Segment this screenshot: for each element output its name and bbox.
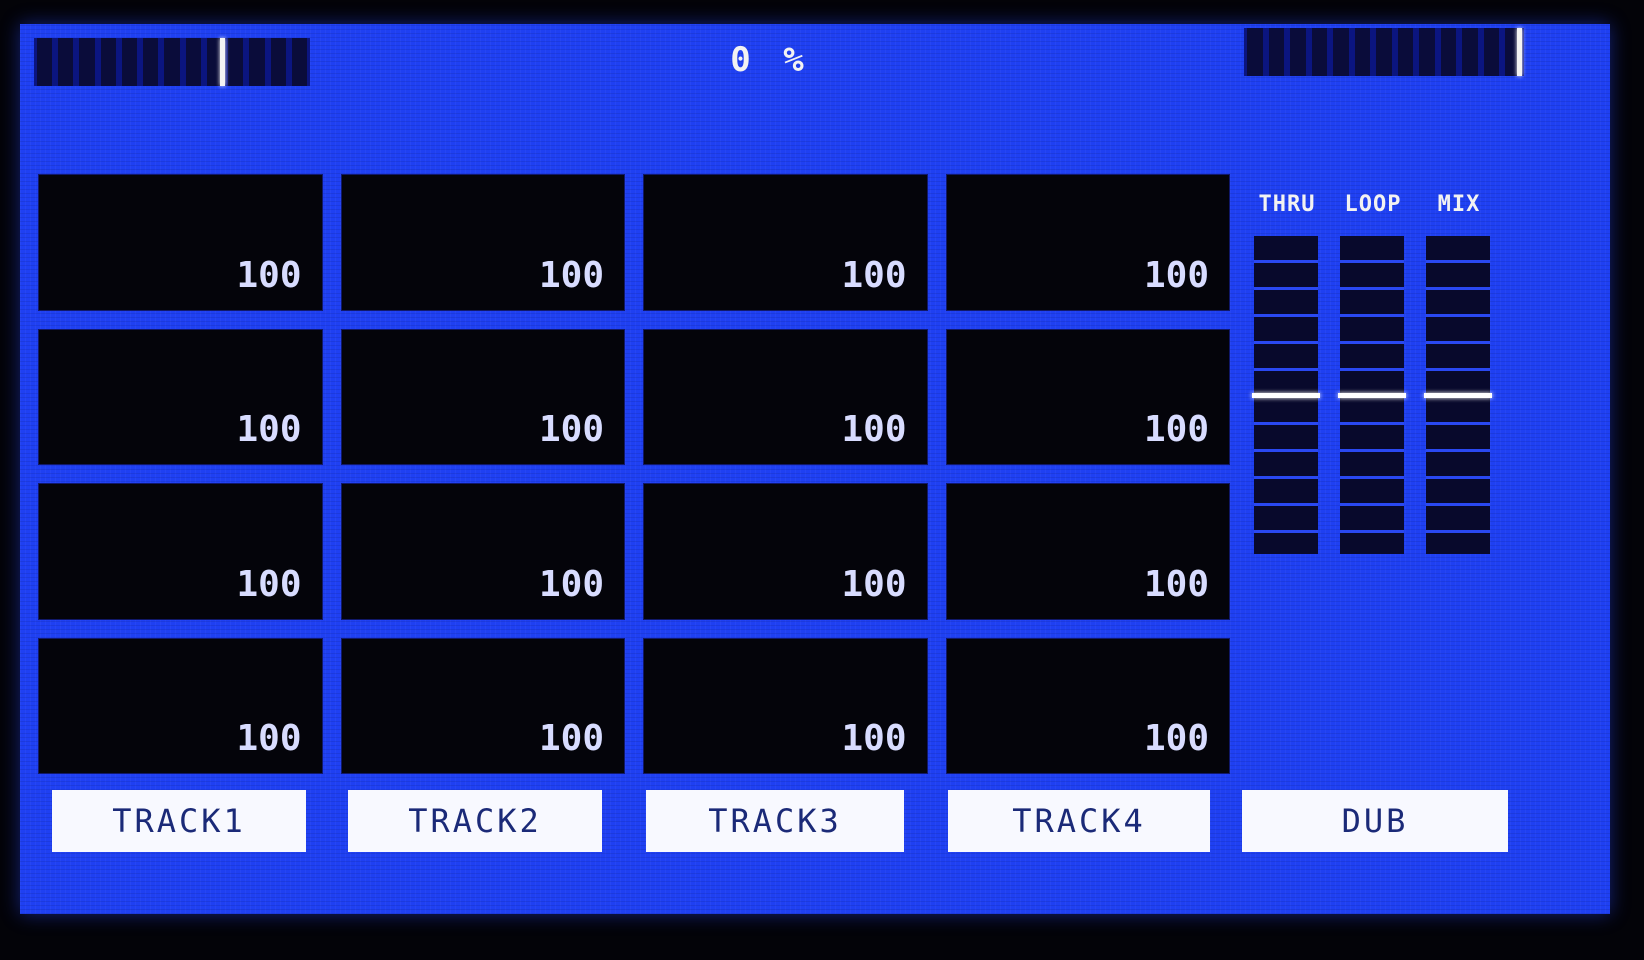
pad-r2-c3[interactable]: 100	[643, 328, 928, 465]
track2-button[interactable]: TRACK2	[348, 790, 602, 852]
meter-segment	[1311, 28, 1328, 76]
fader-mix-track[interactable]	[1424, 236, 1492, 554]
right-meter-cursor	[1517, 28, 1522, 76]
meter-segment	[270, 38, 286, 86]
fader-loop-track[interactable]	[1338, 236, 1406, 554]
pad-r3-c4[interactable]: 100	[945, 483, 1230, 620]
fader-loop-handle[interactable]	[1338, 392, 1406, 398]
pad-r2-c1[interactable]: 100	[38, 328, 323, 465]
meter-segment	[291, 38, 308, 86]
pad-r4-c3[interactable]: 100	[643, 637, 928, 774]
meter-segment	[185, 38, 201, 86]
progress-percent: 0 %	[730, 40, 810, 80]
pad-r1-c1[interactable]: 100	[38, 174, 323, 311]
fader-mix-handle[interactable]	[1424, 392, 1492, 398]
pad-volume: 100	[236, 409, 302, 450]
track3-button[interactable]: TRACK3	[646, 790, 904, 852]
pad-volume: 100	[538, 409, 604, 450]
meter-segment	[37, 38, 53, 86]
meter-segment	[1333, 28, 1349, 76]
fader-thru: THRU	[1252, 192, 1320, 554]
pad-volume: 100	[1143, 409, 1209, 450]
meter-segment	[1397, 28, 1414, 76]
meter-segment	[79, 38, 95, 86]
fader-mix-label: MIX	[1437, 192, 1481, 217]
pad-r2-c4[interactable]: 100	[945, 328, 1230, 465]
meter-segment	[164, 38, 180, 86]
pad-r1-c4[interactable]: 100	[945, 174, 1230, 311]
meter-segment	[1354, 28, 1371, 76]
track4-button[interactable]: TRACK4	[948, 790, 1210, 852]
right-meter	[1244, 28, 1524, 76]
meter-segment	[58, 38, 74, 86]
pad-r1-c3[interactable]: 100	[643, 174, 928, 311]
fader-thru-label: THRU	[1258, 192, 1316, 217]
pad-volume: 100	[236, 254, 302, 296]
meter-segment	[1290, 28, 1306, 76]
pad-volume: 100	[1143, 254, 1209, 296]
meter-segment	[249, 38, 265, 86]
pad-volume: 100	[841, 409, 907, 450]
pad-volume: 100	[841, 254, 907, 296]
pad-volume: 100	[236, 563, 302, 605]
fader-thru-handle[interactable]	[1252, 392, 1320, 398]
pad-volume: 100	[236, 718, 302, 759]
meter-segment	[228, 38, 244, 86]
meter-segment	[1483, 28, 1500, 76]
pad-r2-c2[interactable]: 100	[340, 328, 625, 465]
meter-segment	[1462, 28, 1478, 76]
meter-segment	[143, 38, 159, 86]
pad-r3-c1[interactable]: 100	[38, 483, 323, 620]
pad-volume: 100	[538, 718, 604, 759]
meter-segment	[100, 38, 116, 86]
meter-segment	[1268, 28, 1285, 76]
pad-r4-c4[interactable]: 100	[945, 637, 1230, 774]
pad-r4-c1[interactable]: 100	[38, 637, 323, 774]
pad-r4-c2[interactable]: 100	[340, 637, 625, 774]
pad-volume: 100	[1143, 563, 1209, 605]
track1-button[interactable]: TRACK1	[52, 790, 306, 852]
pad-volume: 100	[538, 254, 604, 296]
left-meter-cursor	[220, 38, 226, 86]
fader-thru-track[interactable]	[1252, 236, 1320, 554]
meter-segment	[1376, 28, 1392, 76]
dub-button[interactable]: DUB	[1242, 790, 1508, 852]
meter-segment	[121, 38, 138, 86]
left-meter	[34, 38, 310, 86]
meter-segment	[1419, 28, 1435, 76]
meter-segment	[1247, 28, 1263, 76]
pad-r3-c2[interactable]: 100	[340, 483, 625, 620]
pad-volume: 100	[841, 718, 907, 759]
fader-loop: LOOP	[1338, 192, 1406, 554]
pad-grid: 100 100 100 100 100 100 100 100 100 100 …	[38, 174, 1230, 774]
meter-segment	[1440, 28, 1457, 76]
pad-volume: 100	[1143, 718, 1209, 759]
pad-r3-c3[interactable]: 100	[643, 483, 928, 620]
looper-screen: 0 % 100 100 100 100 100 100 100 100 100 …	[20, 24, 1610, 914]
pad-volume: 100	[841, 563, 907, 605]
fader-loop-label: LOOP	[1344, 192, 1402, 217]
fader-mix: MIX	[1424, 192, 1492, 554]
pad-r1-c2[interactable]: 100	[340, 174, 625, 311]
pad-volume: 100	[538, 563, 604, 605]
